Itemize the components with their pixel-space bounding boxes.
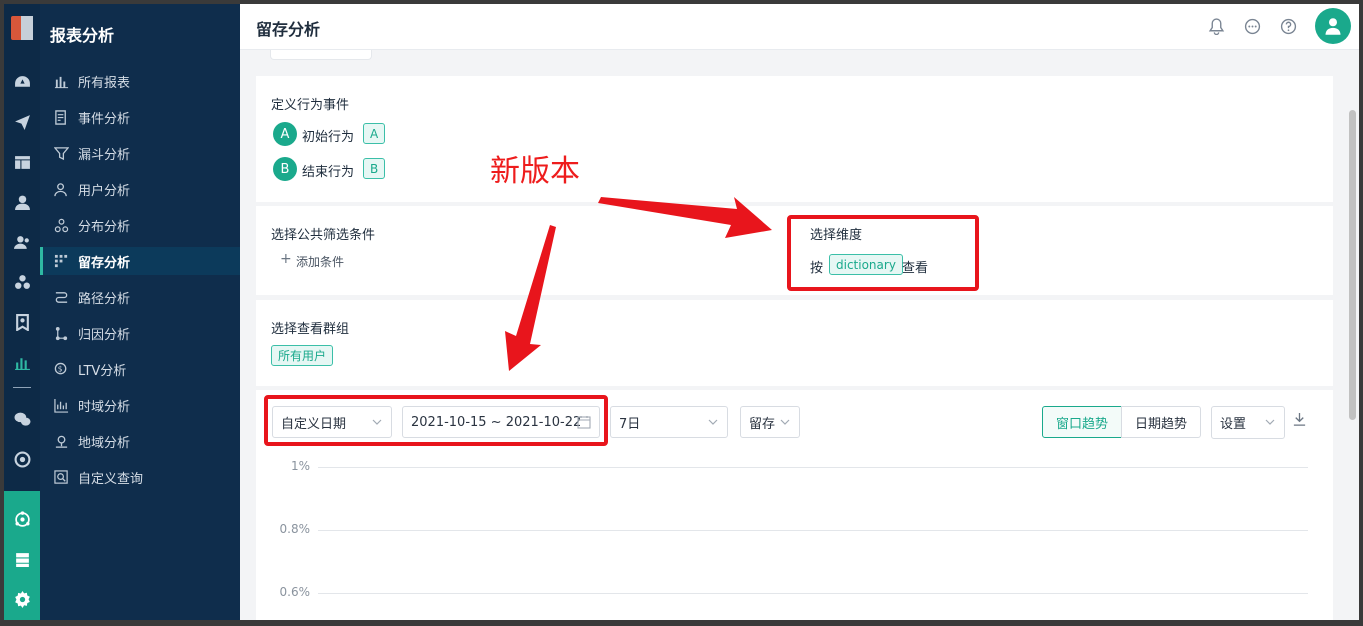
annotation-arrows xyxy=(505,197,772,371)
app-window: 报表分析 所有报表 事件分析 漏斗分析 用户分析 分布分析 留存分析 路径分析 xyxy=(4,4,1359,620)
